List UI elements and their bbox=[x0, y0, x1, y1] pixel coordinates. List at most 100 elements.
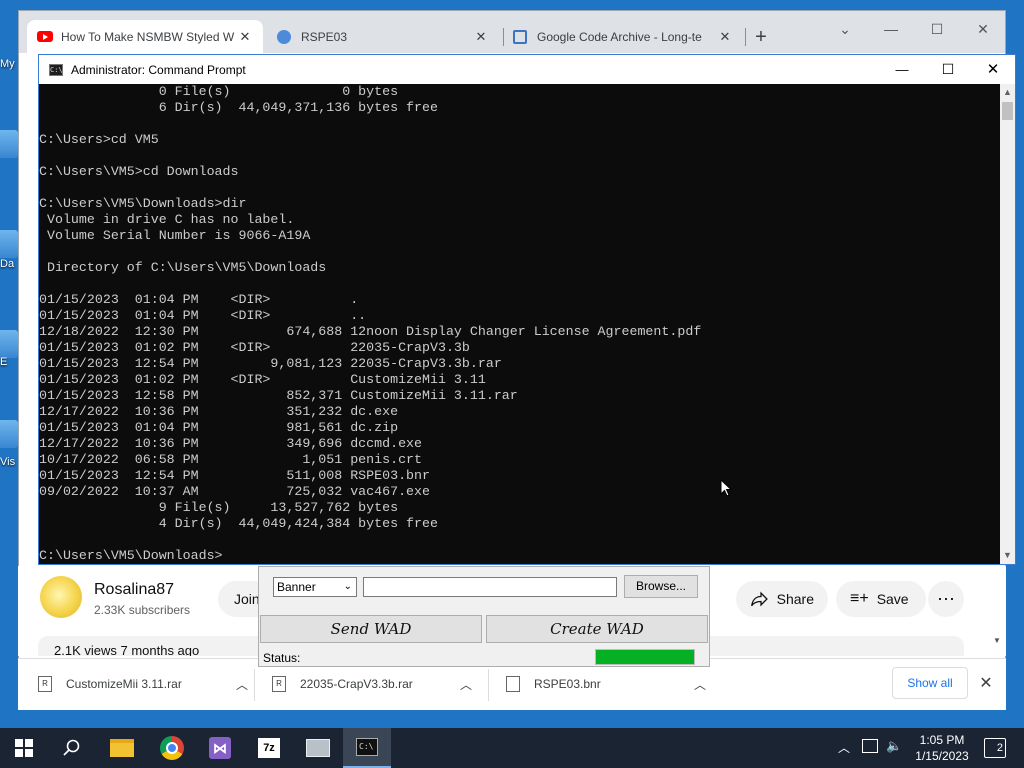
save-label: Save bbox=[876, 591, 909, 607]
notification-count: 2 bbox=[996, 742, 1003, 754]
share-button[interactable]: Share bbox=[736, 581, 828, 617]
close-tab-icon[interactable]: ✕ bbox=[717, 29, 733, 45]
subscriber-count: 2.33K subscribers bbox=[94, 603, 191, 617]
tab-rspe03[interactable]: RSPE03 ✕ bbox=[267, 20, 499, 53]
download-name: RSPE03.bnr bbox=[534, 677, 601, 691]
command-prompt-icon: C:\ bbox=[356, 738, 378, 756]
share-label: Share bbox=[776, 591, 814, 607]
youtube-icon bbox=[37, 31, 53, 42]
tab-search-icon[interactable]: ⌄ bbox=[822, 15, 868, 43]
notifications-icon[interactable]: 2 bbox=[984, 738, 1006, 758]
download-separator bbox=[254, 669, 255, 701]
taskbar-visual-studio[interactable]: ⋈ bbox=[196, 728, 244, 768]
chevron-down-icon: ⌄ bbox=[343, 581, 352, 592]
file-explorer-icon bbox=[110, 739, 134, 757]
download-name: CustomizeMii 3.11.rar bbox=[66, 677, 182, 691]
clock-time: 1:05 PM bbox=[919, 733, 965, 747]
command-prompt-window: C:\ Administrator: Command Prompt — ☐ ✕ … bbox=[38, 54, 1016, 565]
page-icon bbox=[277, 29, 291, 44]
scroll-up-icon[interactable]: ▲ bbox=[1000, 84, 1015, 101]
visual-studio-icon: ⋈ bbox=[209, 737, 231, 759]
views-text: 2.1K views 7 months ago bbox=[54, 643, 200, 657]
close-tab-icon[interactable]: ✕ bbox=[237, 29, 253, 45]
status-label: Status: bbox=[263, 651, 301, 665]
google-code-icon bbox=[513, 29, 527, 44]
close-tab-icon[interactable]: ✕ bbox=[473, 29, 489, 45]
scroll-down-icon[interactable]: ▼ bbox=[1000, 547, 1015, 564]
send-wad-label: Send WAD bbox=[330, 620, 412, 638]
desktop-icon-2[interactable] bbox=[0, 230, 18, 258]
desktop-icon-1[interactable] bbox=[0, 130, 18, 158]
create-wad-label: Create WAD bbox=[550, 620, 644, 638]
download-separator bbox=[488, 669, 489, 701]
send-wad-button[interactable]: Send WAD bbox=[260, 615, 482, 643]
desktop-label-4[interactable]: Vis bbox=[0, 456, 18, 468]
tab-youtube[interactable]: How To Make NSMBW Styled W ✕ bbox=[27, 20, 263, 53]
desktop-icon-4[interactable] bbox=[0, 420, 18, 448]
app-icon bbox=[306, 739, 330, 757]
search-button[interactable] bbox=[48, 728, 96, 768]
create-wad-button[interactable]: Create WAD bbox=[486, 615, 708, 643]
wad-type-select[interactable]: Banner ⌄ bbox=[273, 577, 357, 597]
chevron-up-icon[interactable]: ︿ bbox=[694, 676, 706, 693]
download-item-customizemii[interactable]: R CustomizeMii 3.11.rar ︿ bbox=[38, 659, 248, 709]
7zip-icon: 7z bbox=[258, 738, 280, 758]
channel-name[interactable]: Rosalina87 bbox=[94, 581, 174, 599]
wad-path-input[interactable] bbox=[363, 577, 617, 597]
desktop-icon-3[interactable] bbox=[0, 330, 18, 358]
taskbar-chrome[interactable] bbox=[148, 728, 196, 768]
volume-icon[interactable]: 🔈 bbox=[886, 738, 902, 754]
desktop-label-3[interactable]: E bbox=[0, 356, 18, 368]
cmd-minimize-button[interactable]: — bbox=[879, 55, 925, 84]
browser-minimize-button[interactable]: — bbox=[868, 15, 914, 43]
cmd-console[interactable]: 0 File(s) 0 bytes 6 Dir(s) 44,049,371,13… bbox=[39, 84, 1000, 564]
browser-maximize-button[interactable]: ☐ bbox=[914, 15, 960, 43]
save-icon: ≡+ bbox=[850, 590, 869, 607]
download-name: 22035-CrapV3.3b.rar bbox=[300, 677, 413, 691]
chevron-up-icon[interactable]: ︿ bbox=[236, 676, 248, 693]
chevron-up-icon[interactable]: ︿ bbox=[460, 676, 472, 693]
close-download-shelf-icon[interactable]: ✕ bbox=[976, 673, 996, 693]
join-label: Join bbox=[234, 591, 260, 607]
cmd-title-bar[interactable]: C:\ Administrator: Command Prompt — ☐ ✕ bbox=[39, 55, 1015, 84]
tab-strip: How To Make NSMBW Styled W ✕ RSPE03 ✕ Go… bbox=[19, 11, 1005, 53]
new-tab-button[interactable]: + bbox=[747, 25, 775, 49]
file-icon bbox=[506, 676, 520, 692]
show-all-button[interactable]: Show all bbox=[892, 667, 968, 699]
tab-title: RSPE03 bbox=[301, 29, 348, 44]
network-icon[interactable] bbox=[862, 739, 878, 753]
browse-button[interactable]: Browse... bbox=[624, 575, 698, 598]
clock[interactable]: 1:05 PM 1/15/2023 bbox=[912, 732, 972, 764]
wad-type-value: Banner bbox=[277, 580, 316, 594]
windows-start-icon bbox=[15, 739, 33, 757]
chrome-icon bbox=[160, 736, 184, 760]
status-progress-bar bbox=[595, 649, 695, 665]
show-hidden-icons-icon[interactable]: ︿ bbox=[838, 739, 850, 756]
scroll-thumb[interactable] bbox=[1002, 102, 1013, 120]
channel-avatar[interactable] bbox=[40, 576, 82, 618]
share-icon bbox=[751, 591, 768, 607]
cmd-maximize-button[interactable]: ☐ bbox=[925, 55, 971, 84]
taskbar-app[interactable] bbox=[294, 728, 342, 768]
cmd-title: Administrator: Command Prompt bbox=[71, 62, 246, 77]
tab-title: How To Make NSMBW Styled W bbox=[61, 29, 235, 44]
progress-fill bbox=[596, 650, 694, 664]
browser-close-button[interactable]: ✕ bbox=[960, 15, 1006, 43]
tab-google-code[interactable]: Google Code Archive - Long-te ✕ bbox=[503, 20, 743, 53]
cmd-icon: C:\ bbox=[49, 63, 63, 76]
save-button[interactable]: ≡+ Save bbox=[836, 581, 926, 617]
taskbar-7zip[interactable]: 7z bbox=[245, 728, 293, 768]
cmd-scrollbar[interactable]: ▲ ▼ bbox=[1000, 84, 1015, 564]
page-scroll-down-icon[interactable]: ▼ bbox=[990, 636, 1004, 656]
cmd-output: 0 File(s) 0 bytes 6 Dir(s) 44,049,371,13… bbox=[39, 84, 702, 563]
start-button[interactable] bbox=[0, 728, 48, 768]
desktop-label-1[interactable]: My bbox=[0, 58, 18, 70]
rar-icon: R bbox=[38, 676, 52, 692]
taskbar-file-explorer[interactable] bbox=[98, 728, 146, 768]
cmd-close-button[interactable]: ✕ bbox=[971, 55, 1015, 84]
wad-tool-window: Banner ⌄ Browse... Send WAD Create WAD S… bbox=[258, 566, 710, 667]
more-actions-button[interactable]: ⋯ bbox=[928, 581, 964, 617]
desktop-label-2[interactable]: Da bbox=[0, 258, 18, 270]
search-icon bbox=[63, 739, 80, 756]
taskbar-command-prompt[interactable]: C:\ bbox=[343, 728, 391, 768]
